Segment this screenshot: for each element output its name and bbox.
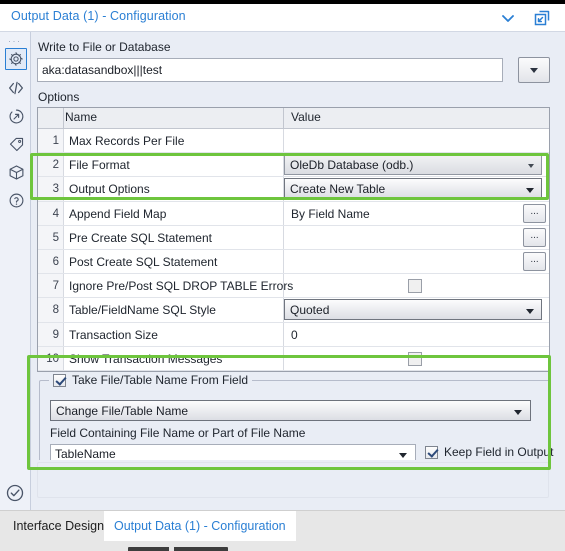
check-circle-icon[interactable] xyxy=(5,483,25,503)
page-title: Output Data (1) - Configuration xyxy=(11,9,186,23)
take-file-table-name-checkbox[interactable] xyxy=(53,373,66,387)
package-icon xyxy=(8,164,25,181)
table-row[interactable]: 2 File Format OleDb Database (odb.) xyxy=(38,153,549,178)
row-name: Pre Create SQL Statement xyxy=(69,230,212,245)
tab-bar-indicator xyxy=(128,547,228,551)
table-row[interactable]: 6 Post Create SQL Statement ... xyxy=(38,249,549,275)
row-number: 1 xyxy=(38,129,64,153)
take-file-table-name-label: Take File/Table Name From Field xyxy=(72,373,249,387)
row-divider xyxy=(283,129,284,153)
grid-header-divider xyxy=(283,108,284,128)
pre-create-sql-ellipsis-button[interactable]: ... xyxy=(523,227,546,247)
pop-out-icon[interactable] xyxy=(532,8,552,28)
code-icon xyxy=(7,79,25,97)
question-circle-icon xyxy=(8,192,25,209)
grid-header-row: Name Value xyxy=(38,108,549,129)
gear-icon xyxy=(8,51,24,67)
row-name: Output Options xyxy=(69,182,150,197)
row-name: Transaction Size xyxy=(69,327,158,342)
take-file-table-name-toggle[interactable]: Take File/Table Name From Field xyxy=(49,372,253,388)
row-divider xyxy=(283,225,284,249)
post-create-sql-ellipsis-button[interactable]: ... xyxy=(523,251,546,271)
file-format-dropdown[interactable]: OleDb Database (odb.) xyxy=(284,154,542,176)
grid-header-name: Name xyxy=(65,110,98,124)
table-row[interactable]: 1 Max Records Per File xyxy=(38,129,549,154)
row-name: Table/FieldName SQL Style xyxy=(69,303,216,318)
output-path-dropdown-button[interactable] xyxy=(518,57,550,83)
show-transaction-messages-checkbox[interactable] xyxy=(408,351,422,366)
ignore-sql-drop-errors-checkbox[interactable] xyxy=(408,279,422,294)
options-grid: Name Value 1 Max Records Per File 2 File… xyxy=(37,107,550,372)
row-divider xyxy=(283,346,284,370)
sidebar-item-package[interactable] xyxy=(5,161,27,183)
keep-field-in-output-label: Keep Field in Output xyxy=(444,445,554,459)
table-row[interactable]: 4 Append Field Map By Field Name ... xyxy=(38,201,549,226)
sidebar-item-labels[interactable] xyxy=(5,133,27,155)
table-row[interactable]: 10 Show Transaction Messages xyxy=(38,346,549,371)
row-number: 10 xyxy=(38,346,64,370)
rail-drag-dots: ··· xyxy=(8,36,22,46)
table-row[interactable]: 9 Transaction Size 0 xyxy=(38,322,549,347)
sidebar-item-annotation[interactable] xyxy=(5,105,27,127)
row-divider xyxy=(283,201,284,225)
sidebar-item-xml-view[interactable] xyxy=(5,77,27,99)
output-path-input[interactable]: aka:datasandbox|||test xyxy=(37,58,503,82)
keep-field-in-output-checkbox[interactable] xyxy=(425,445,438,459)
row-value[interactable]: 0 xyxy=(291,323,298,347)
table-row[interactable]: 5 Pre Create SQL Statement ... xyxy=(38,225,549,250)
tab-output-data-configuration[interactable]: Output Data (1) - Configuration xyxy=(104,511,296,541)
change-file-table-name-dropdown[interactable]: Change File/Table Name xyxy=(50,400,531,421)
icon-rail: ··· xyxy=(0,32,31,500)
append-field-map-ellipsis-button[interactable]: ... xyxy=(523,203,546,223)
app-window: Output Data (1) - Configuration ··· Writ… xyxy=(0,0,565,551)
row-name: File Format xyxy=(69,158,130,173)
row-number: 9 xyxy=(38,322,64,346)
row-number: 6 xyxy=(38,249,64,274)
row-name: Ignore Pre/Post SQL DROP TABLE Errors xyxy=(69,279,294,294)
status-rail xyxy=(0,478,31,510)
row-name: Max Records Per File xyxy=(69,134,185,148)
tag-icon xyxy=(8,136,25,153)
row-name: Append Field Map xyxy=(69,206,167,221)
row-number: 5 xyxy=(38,225,64,249)
row-divider xyxy=(283,274,284,298)
bottom-tab-bar: Interface Designer Output Data (1) - Con… xyxy=(0,510,565,551)
write-to-file-label: Write to File or Database xyxy=(38,40,171,54)
sql-style-dropdown[interactable]: Quoted xyxy=(284,299,542,321)
row-number: 2 xyxy=(38,153,64,177)
annotation-arrow-icon xyxy=(8,108,25,125)
grid-header-num xyxy=(38,108,64,128)
configuration-pane: Write to File or Database aka:datasandbo… xyxy=(31,32,565,500)
title-bar: Output Data (1) - Configuration xyxy=(0,4,565,32)
options-label: Options xyxy=(38,90,80,104)
row-number: 4 xyxy=(38,201,64,225)
output-options-dropdown[interactable]: Create New Table xyxy=(284,178,542,200)
row-value[interactable]: By Field Name xyxy=(291,202,370,226)
sidebar-item-configuration[interactable] xyxy=(5,48,27,70)
row-number: 7 xyxy=(38,274,64,298)
pane-footer-frame xyxy=(37,462,549,498)
row-name: Show Transaction Messages xyxy=(69,351,223,366)
keep-field-in-output-toggle[interactable]: Keep Field in Output xyxy=(425,445,553,459)
chevron-down-icon[interactable] xyxy=(498,8,518,28)
row-divider xyxy=(283,322,284,346)
grid-header-value: Value xyxy=(291,110,321,124)
row-number: 8 xyxy=(38,298,64,322)
table-row[interactable]: 3 Output Options Create New Table xyxy=(38,177,549,202)
row-number: 3 xyxy=(38,177,64,201)
field-containing-filename-label: Field Containing File Name or Part of Fi… xyxy=(50,426,306,440)
table-row[interactable]: 8 Table/FieldName SQL Style Quoted xyxy=(38,298,549,323)
row-divider xyxy=(283,249,284,274)
table-row[interactable]: 7 Ignore Pre/Post SQL DROP TABLE Errors xyxy=(38,274,549,299)
row-name: Post Create SQL Statement xyxy=(69,254,218,269)
sidebar-item-help[interactable] xyxy=(5,189,27,211)
